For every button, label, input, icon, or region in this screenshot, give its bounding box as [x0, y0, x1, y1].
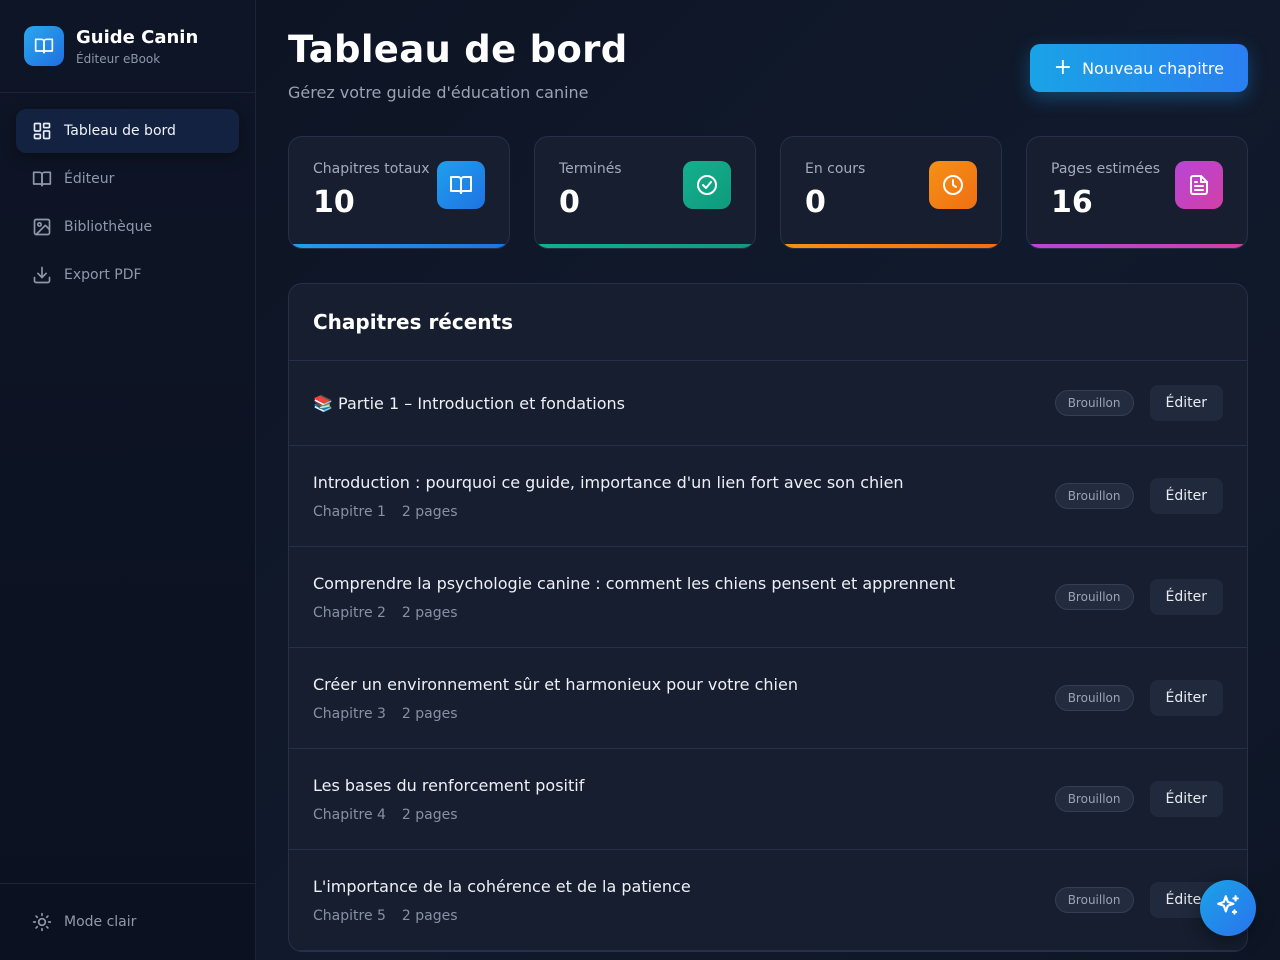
- chapter-number: Chapitre 2: [313, 604, 386, 621]
- clock-icon: [929, 161, 977, 209]
- chapter-number: Chapitre 1: [313, 503, 386, 520]
- panel-header: Chapitres récents: [289, 284, 1247, 361]
- chapter-meta: Chapitre 4 2 pages: [313, 807, 584, 823]
- chapter-info: Les bases du renforcement positif Chapit…: [313, 776, 584, 823]
- chapter-title: L'importance de la cohérence et de la pa…: [313, 876, 691, 896]
- stat-card-total-chapters: Chapitres totaux 10: [288, 136, 510, 249]
- edit-chapter-button[interactable]: Éditer: [1149, 579, 1223, 615]
- edit-chapter-button[interactable]: Éditer: [1149, 680, 1223, 716]
- status-badge: Brouillon: [1054, 685, 1134, 711]
- chapter-row[interactable]: 📚 Partie 1 – Introduction et fondations …: [289, 361, 1247, 446]
- chapter-title: Créer un environnement sûr et harmonieux…: [313, 674, 798, 694]
- download-icon: [32, 265, 52, 285]
- sidebar-footer: Mode clair: [0, 883, 255, 960]
- chapter-meta: Chapitre 5 2 pages: [313, 908, 691, 924]
- status-badge: Brouillon: [1054, 483, 1134, 509]
- app: Guide Canin Éditeur eBook Tableau de bor…: [0, 0, 1280, 960]
- chapter-number: Chapitre 4: [313, 806, 386, 823]
- page-title: Tableau de bord: [288, 28, 628, 71]
- sidebar-item-editor[interactable]: Éditeur: [16, 157, 239, 201]
- chapter-pages: 2 pages: [401, 907, 458, 924]
- chapter-number: Chapitre 5: [313, 907, 386, 924]
- chapter-info: L'importance de la cohérence et de la pa…: [313, 877, 691, 924]
- new-chapter-label: Nouveau chapitre: [1082, 58, 1224, 78]
- book-open-icon: [24, 26, 64, 66]
- chapter-actions: Brouillon Éditer: [1054, 781, 1223, 817]
- edit-chapter-button[interactable]: Éditer: [1149, 385, 1223, 421]
- sidebar-item-label: Export PDF: [64, 267, 142, 283]
- edit-chapter-button[interactable]: Éditer: [1149, 478, 1223, 514]
- chapter-row[interactable]: Introduction : pourquoi ce guide, import…: [289, 446, 1247, 547]
- stat-accent-bar: [781, 244, 1001, 248]
- chapter-pages: 2 pages: [401, 806, 458, 823]
- stat-card-in-progress: En cours 0: [780, 136, 1002, 249]
- sidebar-item-dashboard[interactable]: Tableau de bord: [16, 109, 239, 153]
- chapter-actions: Brouillon Éditer: [1054, 882, 1223, 918]
- chapter-title: Comprendre la psychologie canine : comme…: [313, 573, 956, 593]
- stat-accent-bar: [1027, 244, 1247, 248]
- status-badge: Brouillon: [1054, 786, 1134, 812]
- chapter-title: Introduction : pourquoi ce guide, import…: [313, 472, 904, 492]
- chapter-info: Créer un environnement sûr et harmonieux…: [313, 675, 798, 722]
- sparkles-icon: [1215, 893, 1241, 923]
- sun-icon: [32, 912, 52, 932]
- chapter-row[interactable]: Comprendre la psychologie canine : comme…: [289, 547, 1247, 648]
- chapter-title: Les bases du renforcement positif: [313, 775, 585, 795]
- chapter-row[interactable]: Créer un environnement sûr et harmonieux…: [289, 648, 1247, 749]
- chapter-actions: Brouillon Éditer: [1054, 385, 1223, 421]
- brand-subtitle: Éditeur eBook: [76, 51, 161, 66]
- main-content: Tableau de bord Gérez votre guide d'éduc…: [256, 0, 1280, 960]
- sidebar-item-library[interactable]: Bibliothèque: [16, 205, 239, 249]
- sidebar: Guide Canin Éditeur eBook Tableau de bor…: [0, 0, 256, 960]
- stat-card-estimated-pages: Pages estimées 16: [1026, 136, 1248, 249]
- plus-icon: +: [1053, 55, 1073, 80]
- stat-card-completed: Terminés 0: [534, 136, 756, 249]
- sidebar-item-label: Éditeur: [64, 171, 115, 187]
- chapter-pages: 2 pages: [401, 503, 458, 520]
- check-circle-icon: [683, 161, 731, 209]
- status-badge: Brouillon: [1054, 390, 1134, 416]
- chapter-meta: Chapitre 2 2 pages: [313, 605, 955, 621]
- chapter-actions: Brouillon Éditer: [1054, 680, 1223, 716]
- chapter-pages: 2 pages: [401, 604, 458, 621]
- theme-toggle-button[interactable]: Mode clair: [16, 900, 239, 944]
- book-open-icon: [437, 161, 485, 209]
- chapter-pages: 2 pages: [401, 705, 458, 722]
- book-open-icon: [32, 169, 52, 189]
- chapter-number: Chapitre 3: [313, 705, 386, 722]
- page-header: Tableau de bord Gérez votre guide d'éduc…: [288, 28, 1248, 136]
- edit-chapter-button[interactable]: Éditer: [1149, 781, 1223, 817]
- sidebar-nav: Tableau de bord Éditeur Bibliothèque Exp…: [0, 93, 255, 317]
- status-badge: Brouillon: [1054, 887, 1134, 913]
- brand: Guide Canin Éditeur eBook: [0, 0, 255, 93]
- page-subtitle: Gérez votre guide d'éducation canine: [288, 83, 589, 102]
- status-badge: Brouillon: [1054, 584, 1134, 610]
- ai-assistant-button[interactable]: [1200, 880, 1256, 936]
- stat-accent-bar: [535, 244, 755, 248]
- sidebar-item-export-pdf[interactable]: Export PDF: [16, 253, 239, 297]
- chapter-row[interactable]: Les bases du renforcement positif Chapit…: [289, 749, 1247, 850]
- chapter-info: Introduction : pourquoi ce guide, import…: [313, 473, 904, 520]
- chapter-info: Comprendre la psychologie canine : comme…: [313, 574, 955, 621]
- chapter-info: 📚 Partie 1 – Introduction et fondations: [313, 394, 625, 413]
- panel-title: Chapitres récents: [313, 310, 513, 334]
- chapter-meta: Chapitre 1 2 pages: [313, 504, 904, 520]
- new-chapter-button[interactable]: + Nouveau chapitre: [1029, 44, 1248, 92]
- sidebar-item-label: Bibliothèque: [64, 219, 153, 235]
- sidebar-item-label: Tableau de bord: [64, 123, 176, 139]
- document-icon: [1175, 161, 1223, 209]
- image-icon: [32, 217, 52, 237]
- dashboard-icon: [32, 121, 52, 141]
- chapter-actions: Brouillon Éditer: [1054, 579, 1223, 615]
- theme-toggle-label: Mode clair: [64, 914, 137, 930]
- chapter-actions: Brouillon Éditer: [1054, 478, 1223, 514]
- recent-chapters-panel: Chapitres récents 📚 Partie 1 – Introduct…: [288, 283, 1248, 952]
- stat-accent-bar: [289, 244, 509, 248]
- chapter-meta: Chapitre 3 2 pages: [313, 706, 798, 722]
- chapter-title: 📚 Partie 1 – Introduction et fondations: [313, 393, 626, 413]
- stats-row: Chapitres totaux 10 Terminés 0 En cours …: [288, 136, 1248, 249]
- brand-title: Guide Canin: [76, 26, 199, 48]
- chapter-row[interactable]: L'importance de la cohérence et de la pa…: [289, 850, 1247, 951]
